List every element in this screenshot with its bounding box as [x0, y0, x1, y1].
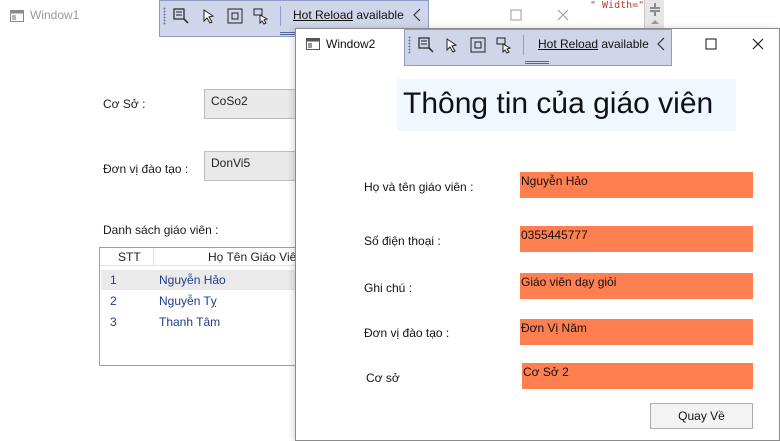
column-header-name[interactable]: Họ Tên Giáo Viên: [208, 250, 303, 264]
heading-panel: Thông tin của giáo viên: [397, 79, 736, 131]
chevron-left-icon[interactable]: [411, 7, 425, 23]
display-adorners-icon[interactable]: [226, 7, 244, 25]
phone-label: Số điện thoại :: [364, 234, 441, 248]
window1-titlebar[interactable]: Window1: [0, 0, 160, 30]
window-app-icon: [306, 38, 320, 50]
toolbar-collapse-handle[interactable]: [525, 61, 549, 64]
row-stt: 1: [110, 273, 117, 287]
column-divider[interactable]: [153, 248, 154, 266]
track-focus-icon[interactable]: [495, 36, 513, 54]
window2-debug-toolbar: Hot Reload available: [404, 29, 672, 66]
display-adorners-icon[interactable]: [469, 36, 487, 54]
training-unit-field[interactable]: Đơn Vị Năm: [520, 319, 753, 345]
don-vi-combobox[interactable]: DonVi5: [204, 151, 304, 181]
toolbar-separator: [280, 6, 281, 26]
campus-value: Cơ Sở 2: [523, 365, 569, 379]
window2-close-button[interactable]: [735, 29, 780, 59]
back-button[interactable]: Quay Về: [650, 403, 753, 429]
hot-reload-suffix: available: [598, 37, 649, 51]
window2-maximize-button[interactable]: [689, 29, 735, 59]
co-so-label: Cơ Sở :: [103, 97, 146, 111]
track-focus-icon[interactable]: [252, 7, 270, 25]
training-unit-value: Đơn Vị Năm: [521, 321, 587, 335]
window1-title: Window1: [30, 8, 80, 22]
hot-reload-status[interactable]: Hot Reload available: [293, 8, 404, 22]
table-row[interactable]: 2 Nguyễn Tỵ: [101, 291, 302, 311]
window2-title: Window2: [326, 37, 376, 51]
note-field[interactable]: Giáo viên dạy giỏi: [520, 273, 753, 299]
list-header: STT Họ Tên Giáo Viên: [100, 248, 303, 266]
live-visual-tree-icon[interactable]: [417, 36, 435, 54]
window1: Window1 Cơ Sở : CoSo2 Đơn vị đào tạo : D…: [0, 0, 304, 441]
teacher-listview[interactable]: STT Họ Tên Giáo Viên 1 Nguyễn Hảo 2 Nguy…: [99, 247, 304, 366]
row-name: Thanh Tâm: [159, 315, 221, 329]
campus-label: Cơ sở: [366, 371, 400, 385]
column-header-stt[interactable]: STT: [118, 250, 141, 264]
phone-field[interactable]: 0355445777: [520, 226, 753, 252]
split-handle-icon[interactable]: [648, 2, 662, 28]
live-visual-tree-icon[interactable]: [172, 7, 190, 25]
co-so-combobox[interactable]: CoSo2: [204, 89, 304, 119]
teacher-name-value: Nguyễn Hảo: [521, 174, 588, 188]
code-editor-snippet: " Width=": [590, 0, 646, 16]
training-unit-label: Đơn vị đào tạo :: [364, 326, 450, 340]
code-snippet-text: " Width=": [590, 0, 645, 11]
table-row[interactable]: 3 Thanh Tâm: [101, 312, 302, 332]
window-app-icon: [10, 10, 24, 22]
hot-reload-status[interactable]: Hot Reload available: [538, 37, 649, 51]
don-vi-selected-value: DonVi5: [211, 156, 251, 170]
teacher-list-label: Danh sách giáo viên :: [103, 223, 219, 237]
chevron-left-icon[interactable]: [655, 36, 669, 52]
campus-field[interactable]: Cơ Sở 2: [522, 363, 753, 389]
hot-reload-link[interactable]: Hot Reload: [293, 8, 353, 22]
don-vi-label: Đơn vị đào tạo :: [103, 162, 189, 176]
note-value: Giáo viên dạy giỏi: [521, 275, 617, 289]
select-element-icon[interactable]: [200, 7, 218, 25]
select-element-icon[interactable]: [443, 36, 461, 54]
row-stt: 3: [110, 315, 117, 329]
toolbar-grip[interactable]: [163, 7, 166, 25]
window2: Window2 Hot Reload available Thông tin c…: [295, 28, 780, 441]
co-so-selected-value: CoSo2: [211, 94, 248, 108]
window1-close-button[interactable]: [540, 0, 586, 30]
window1-maximize-button[interactable]: [494, 0, 540, 30]
row-name: Nguyễn Tỵ: [159, 294, 217, 308]
hot-reload-link[interactable]: Hot Reload: [538, 37, 598, 51]
page-title: Thông tin của giáo viên: [403, 87, 714, 120]
row-name: Nguyễn Hảo: [159, 273, 226, 287]
note-label: Ghi chú :: [364, 281, 413, 295]
teacher-name-field[interactable]: Nguyễn Hảo: [520, 172, 753, 198]
teacher-name-label: Họ và tên giáo viên :: [364, 180, 474, 194]
table-row[interactable]: 1 Nguyễn Hảo: [101, 270, 302, 290]
hot-reload-suffix: available: [353, 8, 404, 22]
phone-value: 0355445777: [521, 228, 588, 242]
editor-scrollbar[interactable]: [644, 0, 664, 30]
toolbar-separator: [523, 35, 524, 55]
toolbar-grip[interactable]: [408, 36, 411, 54]
row-stt: 2: [110, 294, 117, 308]
